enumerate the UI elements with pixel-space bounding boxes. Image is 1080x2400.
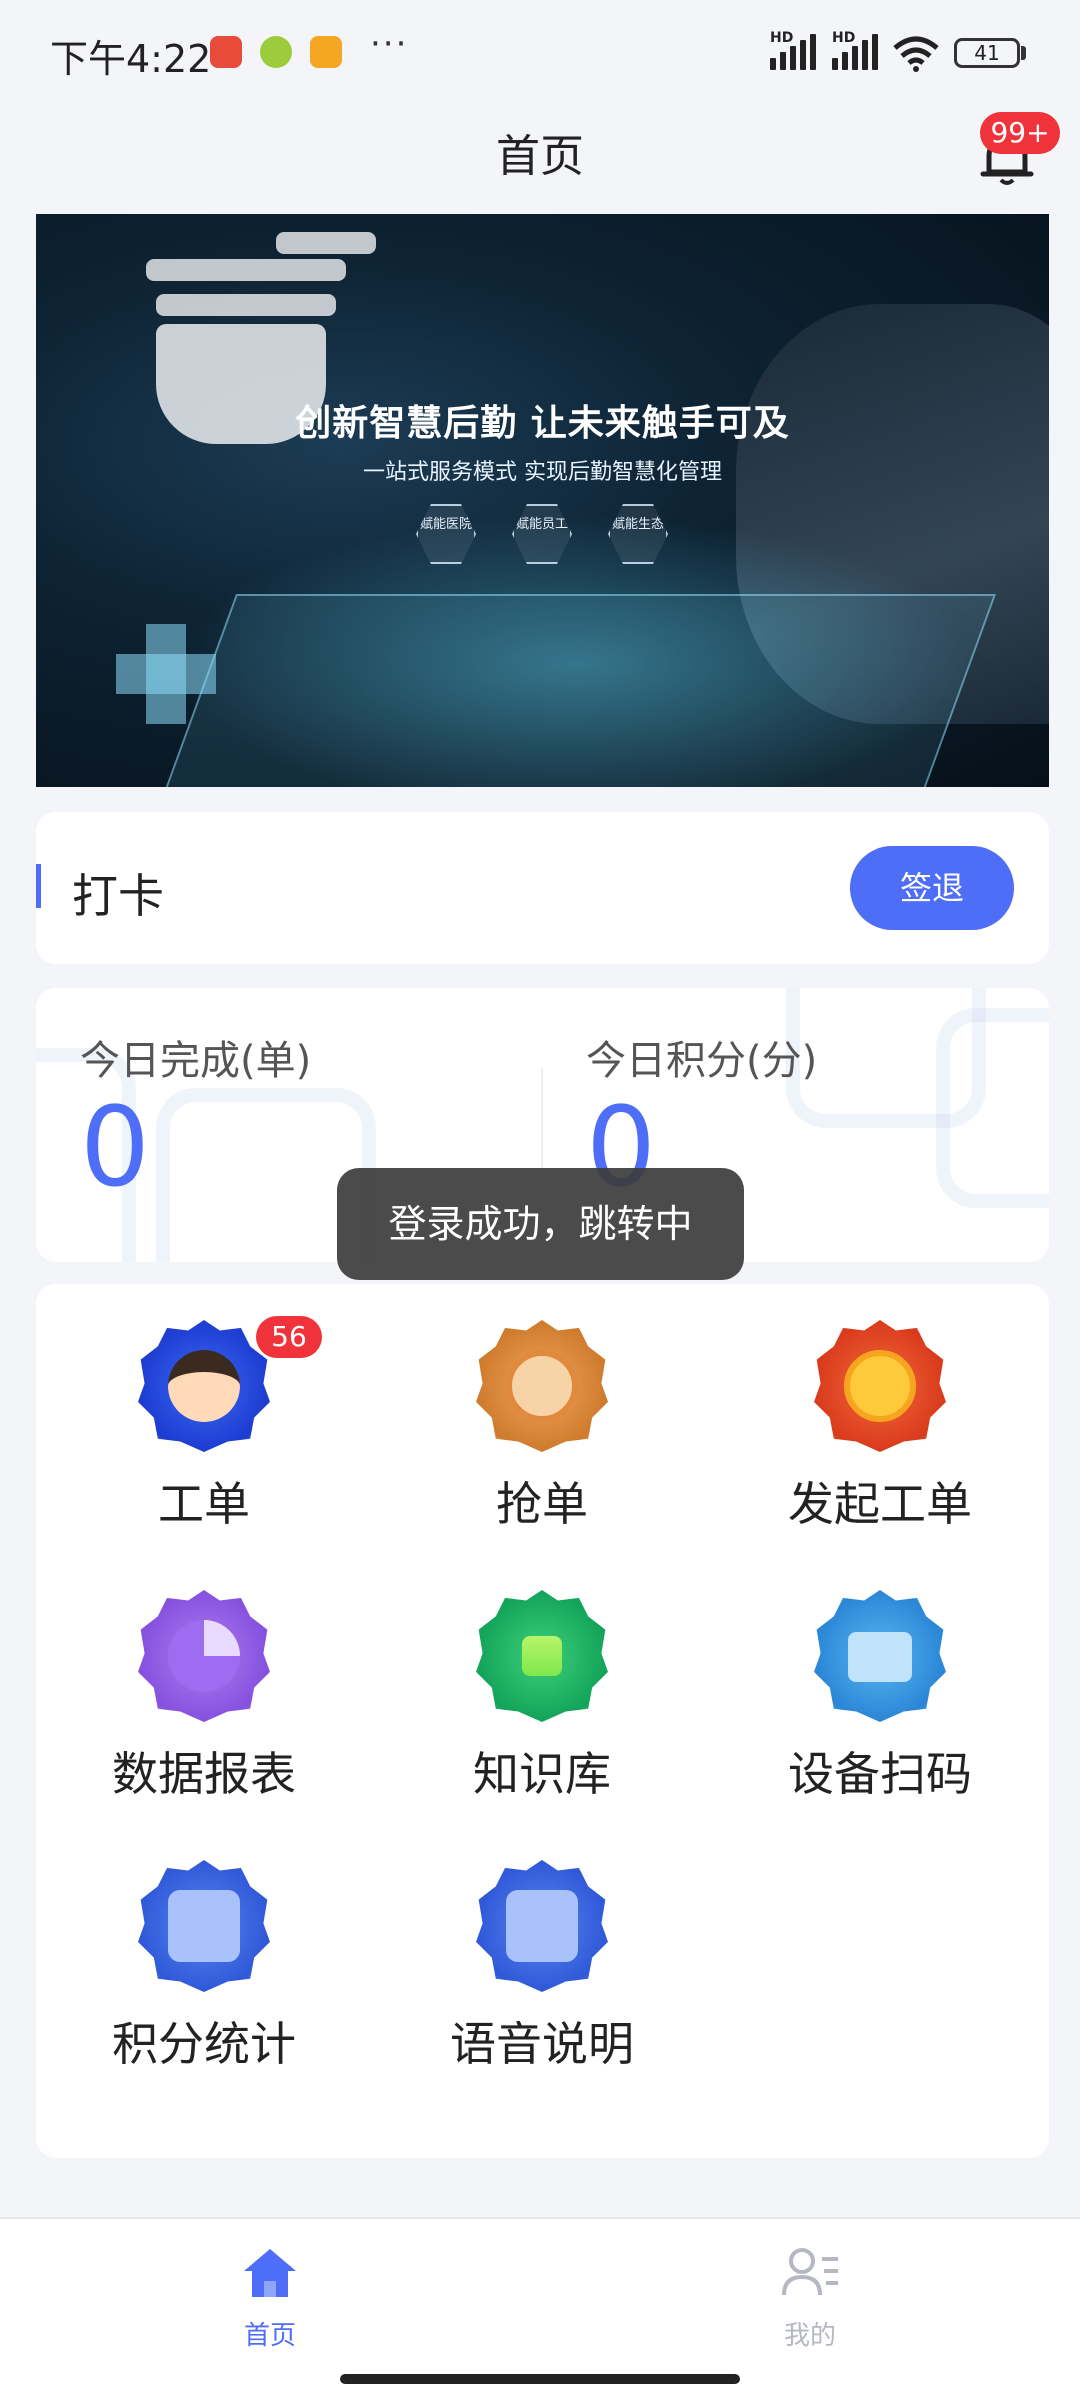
completed-value: 0 (80, 1083, 150, 1211)
app-notification-icon (210, 36, 242, 68)
alarm-clock-icon (476, 1320, 608, 1452)
scan-list-icon (814, 1590, 946, 1722)
banner-decoration (276, 232, 376, 254)
menu-item-knowledge-base[interactable]: 知识库 (392, 1590, 692, 1830)
menu-label: 积分统计 (112, 2017, 296, 2071)
menu-item-data-report[interactable]: 数据报表 (54, 1590, 354, 1830)
signal-icon: HD (832, 30, 884, 70)
work-order-icon (138, 1320, 270, 1452)
punch-title: 打卡 (72, 869, 164, 923)
menu-label: 语音说明 (450, 2017, 634, 2071)
points-label: 今日积分(分) (586, 1038, 818, 1084)
menu-item-work-order[interactable]: 56 工单 (54, 1316, 354, 1560)
wifi-icon (893, 36, 939, 72)
banner[interactable]: 创新智慧后勤 让未来触手可及 一站式服务模式 实现后勤智慧化管理 赋能医院 赋能… (36, 214, 1049, 787)
menu-label: 数据报表 (112, 1747, 296, 1801)
menu-item-grab-order[interactable]: 抢单 (392, 1320, 692, 1560)
app-notification-icon (260, 36, 292, 68)
menu-item-voice-guide[interactable]: 语音说明 (392, 1860, 692, 2100)
tab-mine[interactable]: 我的 (710, 2233, 910, 2363)
completed-label: 今日完成(单) (80, 1038, 312, 1084)
sign-out-button[interactable]: 签退 (850, 846, 1014, 930)
tab-label: 我的 (783, 2321, 836, 2351)
menu-label: 知识库 (473, 1747, 611, 1801)
status-bar: 下午4:22 ··· HD HD 41 (0, 0, 1080, 100)
battery-cap (1021, 46, 1026, 60)
punch-card: 打卡 签退 (36, 812, 1049, 964)
menu-item-device-scan[interactable]: 设备扫码 (730, 1590, 1030, 1830)
menu-item-points-stats[interactable]: 积分统计 (54, 1860, 354, 2100)
database-icon (476, 1860, 608, 1992)
app-notification-icon (310, 36, 342, 68)
tab-home[interactable]: 首页 (170, 2233, 370, 2363)
notification-badge: 99+ (980, 112, 1060, 154)
menu-label: 设备扫码 (788, 1747, 972, 1801)
page-title: 首页 (496, 131, 584, 182)
profile-icon (782, 2248, 838, 2296)
home-icon (244, 2249, 296, 2297)
menu-item-create-order[interactable]: 发起工单 (730, 1320, 1030, 1560)
menu-label: 发起工单 (788, 1477, 972, 1531)
pie-chart-icon (138, 1590, 270, 1722)
battery-level: 41 (974, 41, 1000, 65)
banner-decoration (146, 259, 346, 281)
medal-icon (814, 1320, 946, 1452)
signal-icon: HD (770, 30, 822, 70)
menu-label: 抢单 (496, 1477, 588, 1531)
menu-label: 工单 (158, 1477, 250, 1531)
section-accent (36, 864, 41, 908)
banner-title: 创新智慧后勤 让未来触手可及 (295, 403, 790, 444)
medical-cross-icon (106, 614, 226, 734)
banner-subtitle: 一站式服务模式 实现后勤智慧化管理 (363, 460, 722, 485)
home-indicator[interactable] (340, 2374, 740, 2384)
banner-decoration (156, 294, 336, 316)
status-time: 下午4:22 (50, 37, 212, 81)
org-chart-icon (476, 1590, 608, 1722)
bottom-tab-bar: 首页 我的 (0, 2217, 1080, 2400)
battery-icon: 41 (954, 38, 1020, 68)
background-decoration (936, 1008, 1049, 1208)
toast-message: 登录成功，跳转中 (337, 1168, 744, 1280)
function-menu: 56 工单 抢单 发起工单 数据报表 知识库 设备扫码 积分统计 语音说明 (36, 1284, 1049, 2158)
banner-glass-plate (155, 594, 997, 787)
database-icon (138, 1860, 270, 1992)
work-order-badge: 56 (256, 1316, 322, 1358)
tab-label: 首页 (243, 2321, 296, 2351)
more-notifications-icon: ··· (370, 24, 409, 64)
